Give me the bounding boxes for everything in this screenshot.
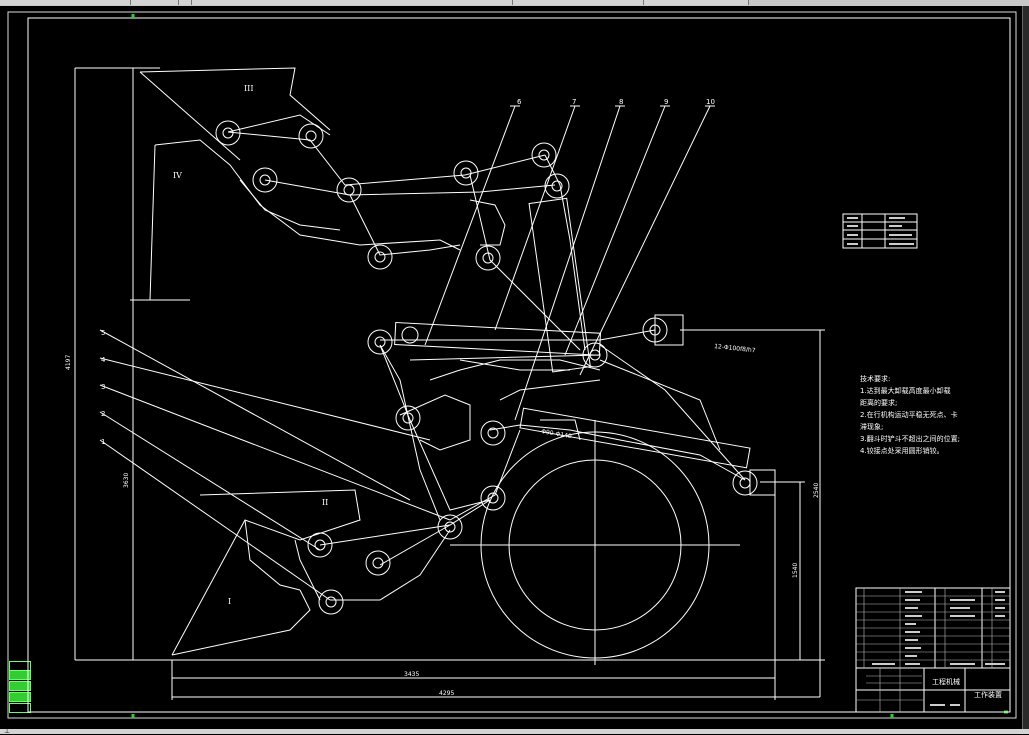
callout-7: 7: [572, 98, 576, 106]
dim-right-height: 2540: [813, 483, 820, 498]
tech-req-line: 2.在行机构运动平稳无死点、卡: [860, 410, 958, 419]
status-bar: ⊥: [0, 727, 1029, 735]
region-label-II: II: [322, 498, 328, 507]
technical-requirements: 技术要求: 1.达到最大卸载高度最小卸载 距离的要求; 2.在行机构运动平稳无死…: [860, 374, 960, 455]
tech-req-line: 滞现象;: [860, 422, 883, 431]
callout-2: 2: [101, 410, 105, 418]
title-block-drawing-name: 工作装置: [974, 690, 1002, 699]
cad-drawing-canvas[interactable]: 6 7 8 9 10 5 4 3 2 1 III IV II I 4197 36…: [0, 6, 1021, 728]
leader-lines-top: [424, 105, 715, 421]
dim-vertical-total: 4197: [65, 355, 72, 370]
toolbar-segment[interactable]: [644, 0, 749, 5]
callout-5: 5: [101, 329, 105, 337]
tech-req-line: 1.达到最大卸载高度最小卸载: [860, 386, 951, 395]
dimension-lines: [132, 68, 825, 700]
callout-4: 4: [101, 356, 106, 364]
callout-6: 6: [517, 98, 522, 106]
tech-req-line: 距离的要求;: [860, 398, 897, 407]
raised-bucket: [130, 67, 461, 301]
callouts-left: 5 4 3 2 1: [101, 329, 106, 446]
hinge-pins: [215, 120, 758, 615]
tech-req-line: 3.翻斗时铲斗不超出之间的位置;: [860, 434, 960, 443]
tech-req-title: 技术要求:: [860, 374, 890, 383]
region-label-IV: IV: [173, 171, 182, 180]
leader-lines-left: [99, 329, 451, 601]
callout-10: 10: [706, 98, 715, 106]
tech-req-line: 4.铰接点处采用圆形销铰。: [860, 446, 944, 455]
toolbar-segment[interactable]: [513, 0, 644, 5]
inner-frame: [27, 17, 1011, 713]
callout-3: 3: [101, 383, 105, 391]
title-block-school: 工程机械: [932, 677, 960, 686]
front-wheel: [450, 420, 740, 665]
toolbar-segment[interactable]: [179, 0, 192, 5]
dim-vertical-mid: 3630: [123, 473, 130, 488]
callouts-top: 6 7 8 9 10: [517, 98, 715, 106]
title-block-text: 工程机械 工作装置: [932, 677, 1002, 699]
callout-9: 9: [664, 98, 668, 106]
toolbar-segment[interactable]: [0, 0, 131, 5]
dim-total-length: 4295: [439, 690, 454, 697]
parameter-table: [842, 213, 918, 249]
pin-size-label: 12-Φ100f8/h7: [714, 343, 756, 354]
dim-right-lower: 1540: [792, 563, 799, 578]
region-label-III: III: [244, 84, 253, 93]
callout-8: 8: [619, 98, 623, 106]
dim-base-length: 3435: [404, 671, 419, 678]
toolbar-segment[interactable]: [131, 0, 179, 5]
toolbar-segment[interactable]: [192, 0, 513, 5]
vertical-scrollbar[interactable]: [1022, 6, 1029, 729]
callout-1: 1: [101, 438, 105, 446]
region-label-I: I: [228, 597, 231, 606]
region-labels: III IV II I: [173, 84, 328, 606]
lowered-bucket: [171, 489, 451, 656]
